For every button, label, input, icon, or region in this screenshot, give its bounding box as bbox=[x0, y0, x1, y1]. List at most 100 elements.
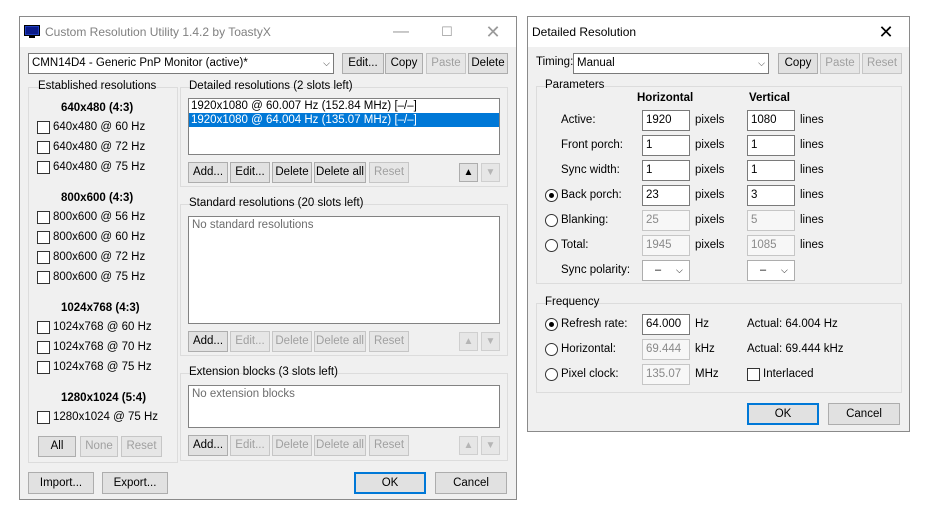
close-icon[interactable]: ✕ bbox=[470, 17, 516, 47]
checkbox-1024x768-75[interactable] bbox=[37, 361, 50, 374]
active-v-input[interactable]: 1080 bbox=[747, 110, 795, 131]
chevron-down-icon: ⌵ bbox=[323, 58, 330, 68]
label-800x600-72: 800x600 @ 72 Hz bbox=[53, 251, 146, 263]
pixel-clock-radio[interactable] bbox=[545, 368, 558, 381]
extension-reset-button[interactable]: Reset bbox=[369, 435, 409, 456]
checkbox-640x480-75[interactable] bbox=[37, 161, 50, 174]
total-v-input[interactable]: 1085 bbox=[747, 235, 795, 256]
cru-titlebar[interactable]: Custom Resolution Utility 1.4.2 by Toast… bbox=[20, 17, 516, 47]
extension-edit-button[interactable]: Edit... bbox=[230, 435, 270, 456]
back-porch-h-unit: pixels bbox=[695, 189, 725, 201]
move-down-button[interactable]: ▼ bbox=[481, 163, 500, 182]
minimize-icon[interactable]: — bbox=[378, 17, 424, 47]
extension-blocks-list[interactable]: No extension blocks bbox=[188, 385, 500, 428]
maximize-icon[interactable]: ☐ bbox=[424, 17, 470, 47]
ok-button[interactable]: OK bbox=[354, 472, 426, 494]
extension-move-down-button[interactable]: ▼ bbox=[481, 436, 500, 455]
paste-button[interactable]: Paste bbox=[426, 53, 466, 74]
checkbox-1024x768-60[interactable] bbox=[37, 321, 50, 334]
select-all-button[interactable]: All bbox=[38, 436, 76, 457]
dr-reset-button[interactable]: Reset bbox=[862, 53, 902, 74]
interlaced-label: Interlaced bbox=[763, 368, 814, 380]
interlaced-checkbox[interactable] bbox=[747, 368, 760, 381]
back-porch-h-input[interactable]: 23 bbox=[642, 185, 690, 206]
total-label: Total: bbox=[561, 239, 589, 251]
standard-move-up-button[interactable]: ▲ bbox=[459, 332, 478, 351]
standard-add-button[interactable]: Add... bbox=[188, 331, 228, 352]
label-1024x768-70: 1024x768 @ 70 Hz bbox=[53, 341, 152, 353]
dr-paste-button[interactable]: Paste bbox=[820, 53, 860, 74]
timing-select[interactable]: Manual ⌵ bbox=[573, 53, 769, 74]
refresh-rate-input[interactable]: 64.000 bbox=[642, 314, 690, 335]
standard-edit-button[interactable]: Edit... bbox=[230, 331, 270, 352]
edit-monitor-button[interactable]: Edit... bbox=[342, 53, 384, 74]
detailed-resolutions-list[interactable]: 1920x1080 @ 60.007 Hz (152.84 MHz) [–/–]… bbox=[188, 98, 500, 155]
detailed-reset-button[interactable]: Reset bbox=[369, 162, 409, 183]
monitor-select[interactable]: CMN14D4 - Generic PnP Monitor (active)* … bbox=[28, 53, 334, 74]
checkbox-800x600-56[interactable] bbox=[37, 211, 50, 224]
sync-width-h-input[interactable]: 1 bbox=[642, 160, 690, 181]
standard-resolutions-list[interactable]: No standard resolutions bbox=[188, 216, 500, 324]
active-h-input[interactable]: 1920 bbox=[642, 110, 690, 131]
refresh-rate-radio[interactable] bbox=[545, 318, 558, 331]
list-item[interactable]: 1920x1080 @ 60.007 Hz (152.84 MHz) [–/–] bbox=[189, 99, 499, 113]
delete-monitor-button[interactable]: Delete bbox=[468, 53, 508, 74]
standard-move-down-button[interactable]: ▼ bbox=[481, 332, 500, 351]
extension-delete-all-button[interactable]: Delete all bbox=[314, 435, 366, 456]
copy-button[interactable]: Copy bbox=[385, 53, 423, 74]
established-reset-button[interactable]: Reset bbox=[121, 436, 162, 457]
horizontal-freq-radio[interactable] bbox=[545, 343, 558, 356]
label-640x480-72: 640x480 @ 72 Hz bbox=[53, 141, 146, 153]
checkbox-640x480-72[interactable] bbox=[37, 141, 50, 154]
checkbox-800x600-75[interactable] bbox=[37, 271, 50, 284]
close-icon[interactable]: ✕ bbox=[863, 17, 909, 47]
dr-ok-button[interactable]: OK bbox=[747, 403, 819, 425]
dr-titlebar[interactable]: Detailed Resolution ✕ bbox=[528, 17, 909, 47]
import-button[interactable]: Import... bbox=[28, 472, 94, 494]
standard-reset-button[interactable]: Reset bbox=[369, 331, 409, 352]
blanking-h-input[interactable]: 25 bbox=[642, 210, 690, 231]
checkbox-640x480-60[interactable] bbox=[37, 121, 50, 134]
label-800x600-60: 800x600 @ 60 Hz bbox=[53, 231, 146, 243]
standard-title: Standard resolutions (20 slots left) bbox=[189, 197, 364, 209]
detailed-delete-button[interactable]: Delete bbox=[272, 162, 312, 183]
parameters-title: Parameters bbox=[545, 79, 605, 91]
blanking-v-input[interactable]: 5 bbox=[747, 210, 795, 231]
list-item-selected[interactable]: 1920x1080 @ 64.004 Hz (135.07 MHz) [–/–] bbox=[189, 113, 499, 127]
total-h-input[interactable]: 1945 bbox=[642, 235, 690, 256]
total-radio[interactable] bbox=[545, 239, 558, 252]
move-up-button[interactable]: ▲ bbox=[459, 163, 478, 182]
extension-add-button[interactable]: Add... bbox=[188, 435, 228, 456]
cancel-button[interactable]: Cancel bbox=[435, 472, 507, 494]
checkbox-1280x1024-75[interactable] bbox=[37, 411, 50, 424]
sync-polarity-h-select[interactable]: – ⌵ bbox=[642, 260, 690, 281]
standard-delete-button[interactable]: Delete bbox=[272, 331, 312, 352]
extension-move-up-button[interactable]: ▲ bbox=[459, 436, 478, 455]
front-porch-h-input[interactable]: 1 bbox=[642, 135, 690, 156]
front-porch-v-input[interactable]: 1 bbox=[747, 135, 795, 156]
sync-width-v-input[interactable]: 1 bbox=[747, 160, 795, 181]
checkbox-1024x768-70[interactable] bbox=[37, 341, 50, 354]
blanking-label: Blanking: bbox=[561, 214, 609, 226]
standard-delete-all-button[interactable]: Delete all bbox=[314, 331, 366, 352]
dr-cancel-button[interactable]: Cancel bbox=[828, 403, 900, 425]
dr-copy-button[interactable]: Copy bbox=[778, 53, 818, 74]
back-porch-radio[interactable] bbox=[545, 189, 558, 202]
detailed-delete-all-button[interactable]: Delete all bbox=[314, 162, 366, 183]
pixel-clock-input[interactable]: 135.07 bbox=[642, 364, 690, 385]
detailed-add-button[interactable]: Add... bbox=[188, 162, 228, 183]
horizontal-freq-input[interactable]: 69.444 bbox=[642, 339, 690, 360]
blanking-v-unit: lines bbox=[800, 214, 824, 226]
checkbox-800x600-60[interactable] bbox=[37, 231, 50, 244]
back-porch-v-input[interactable]: 3 bbox=[747, 185, 795, 206]
group-heading-800: 800x600 (4:3) bbox=[61, 192, 134, 204]
checkbox-800x600-72[interactable] bbox=[37, 251, 50, 264]
pixel-clock-label: Pixel clock: bbox=[561, 368, 619, 380]
blanking-radio[interactable] bbox=[545, 214, 558, 227]
detailed-edit-button[interactable]: Edit... bbox=[230, 162, 270, 183]
sync-polarity-v-select[interactable]: – ⌵ bbox=[747, 260, 795, 281]
extension-delete-button[interactable]: Delete bbox=[272, 435, 312, 456]
select-none-button[interactable]: None bbox=[80, 436, 118, 457]
export-button[interactable]: Export... bbox=[102, 472, 168, 494]
refresh-rate-actual: Actual: 64.004 Hz bbox=[747, 318, 838, 330]
